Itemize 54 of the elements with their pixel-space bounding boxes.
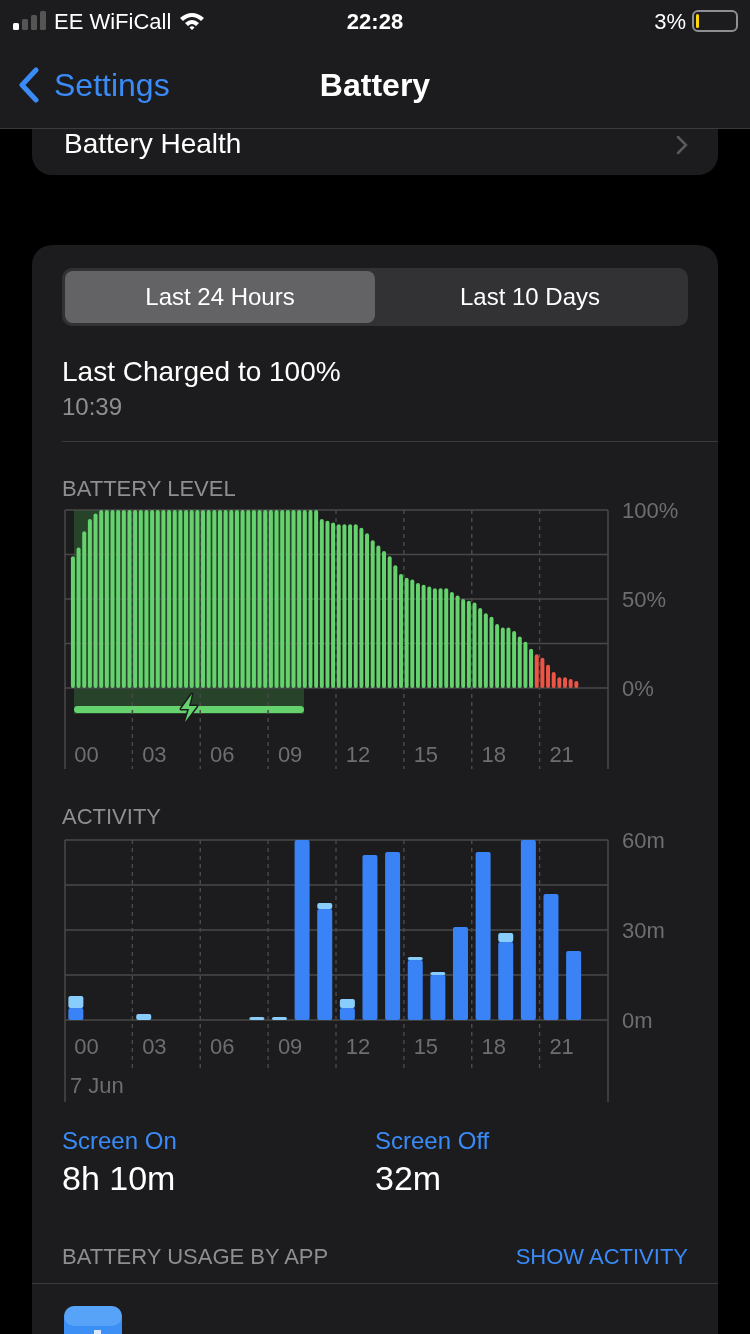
axis-label: 21 — [549, 742, 574, 767]
section-label: ACTIVITY — [62, 803, 162, 831]
back-button[interactable]: Settings — [0, 61, 170, 109]
axis-label: 09 — [277, 1034, 303, 1059]
axis-label: 00 — [74, 1034, 99, 1059]
total-label: Screen Off — [375, 1126, 491, 1156]
axis-label: 03 — [142, 1034, 167, 1059]
axis-label: 18 — [481, 1034, 506, 1059]
segment-tab[interactable]: Last 24 Hours — [65, 271, 375, 323]
chevron-right-icon — [676, 135, 688, 155]
axis-label: 03 — [142, 742, 167, 767]
axis-label: 09 — [277, 742, 303, 767]
date-label: 7 Jun — [70, 1073, 124, 1098]
axis-label: 12 — [345, 1034, 371, 1059]
bar — [136, 1014, 152, 1020]
total-value: 8h 10m — [62, 1158, 177, 1199]
segment-tab[interactable]: Last 10 Days — [375, 271, 685, 323]
axis-label: 15 — [413, 1034, 439, 1059]
axis-label: 30m — [622, 918, 665, 943]
axis-label: 00 — [74, 742, 99, 767]
axis-label: 50% — [622, 587, 667, 612]
page-title: Battery — [319, 66, 431, 105]
axis-label: 60m — [622, 828, 665, 853]
signal-icon — [12, 11, 46, 31]
back-chevron-icon — [18, 67, 40, 103]
total-value: 32m — [375, 1158, 443, 1199]
battery-icon — [692, 10, 738, 32]
battery-health-row[interactable]: Battery Health — [32, 129, 718, 175]
last-charged-title: Last Charged to 100% — [62, 355, 342, 389]
bar — [566, 951, 582, 1020]
axis-label: 06 — [210, 742, 235, 767]
wifi-icon — [179, 11, 206, 31]
bar — [249, 1017, 265, 1020]
axis-label: 100% — [622, 498, 679, 523]
bar — [68, 996, 84, 1008]
total-label: Screen On — [62, 1126, 178, 1156]
bar — [339, 1008, 355, 1020]
battery-percent: 3% — [654, 7, 686, 36]
section-label: BATTERY USAGE BY APP — [62, 1243, 329, 1271]
section-label: BATTERY LEVEL — [62, 475, 237, 503]
bar — [272, 1017, 287, 1020]
axis-label: 0% — [622, 676, 654, 701]
axis-label: 15 — [413, 742, 439, 767]
last-charged-time: 10:39 — [62, 392, 124, 422]
axis-label: 12 — [345, 742, 371, 767]
axis-label: 21 — [549, 1034, 574, 1059]
status-time: 22:28 — [346, 7, 404, 36]
axis-label: 18 — [481, 742, 506, 767]
carrier-name: EE WiFiCall — [54, 7, 172, 36]
axis-label: 06 — [210, 1034, 235, 1059]
bar — [68, 1008, 84, 1020]
show-activity-link[interactable]: SHOW ACTIVITY — [515, 1240, 688, 1273]
axis-label: 0m — [622, 1008, 653, 1033]
bar — [339, 999, 355, 1008]
